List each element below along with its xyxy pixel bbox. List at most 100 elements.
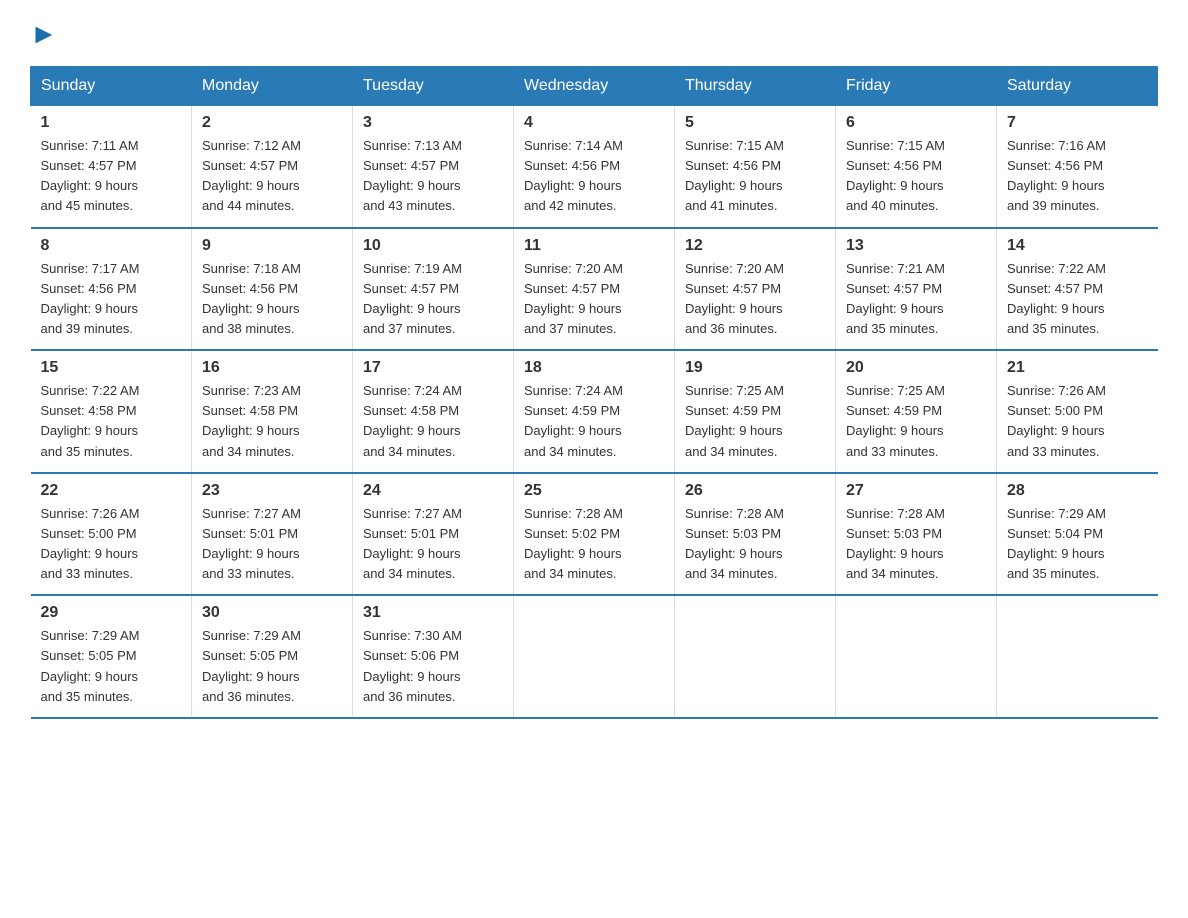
day-info: Sunrise: 7:29 AMSunset: 5:04 PMDaylight:… bbox=[1007, 504, 1148, 585]
day-number: 28 bbox=[1007, 482, 1148, 500]
calendar-cell: 19 Sunrise: 7:25 AMSunset: 4:59 PMDaylig… bbox=[675, 350, 836, 473]
calendar-cell: 3 Sunrise: 7:13 AMSunset: 4:57 PMDayligh… bbox=[353, 106, 514, 228]
day-number: 30 bbox=[202, 604, 342, 622]
calendar-cell: 4 Sunrise: 7:14 AMSunset: 4:56 PMDayligh… bbox=[514, 106, 675, 228]
header-day-monday: Monday bbox=[192, 67, 353, 106]
day-number: 9 bbox=[202, 237, 342, 255]
logo-blue-text: ► bbox=[30, 20, 58, 48]
day-info: Sunrise: 7:26 AMSunset: 5:00 PMDaylight:… bbox=[41, 504, 182, 585]
day-number: 18 bbox=[524, 359, 664, 377]
day-number: 29 bbox=[41, 604, 182, 622]
calendar-cell: 30 Sunrise: 7:29 AMSunset: 5:05 PMDaylig… bbox=[192, 595, 353, 718]
day-info: Sunrise: 7:26 AMSunset: 5:00 PMDaylight:… bbox=[1007, 381, 1148, 462]
calendar-cell: 20 Sunrise: 7:25 AMSunset: 4:59 PMDaylig… bbox=[836, 350, 997, 473]
day-info: Sunrise: 7:24 AMSunset: 4:58 PMDaylight:… bbox=[363, 381, 503, 462]
calendar-cell: 27 Sunrise: 7:28 AMSunset: 5:03 PMDaylig… bbox=[836, 473, 997, 596]
calendar-cell: 22 Sunrise: 7:26 AMSunset: 5:00 PMDaylig… bbox=[31, 473, 192, 596]
calendar-cell: 13 Sunrise: 7:21 AMSunset: 4:57 PMDaylig… bbox=[836, 228, 997, 351]
logo: ► bbox=[30, 20, 58, 48]
calendar-week-row: 8 Sunrise: 7:17 AMSunset: 4:56 PMDayligh… bbox=[31, 228, 1158, 351]
calendar-cell: 1 Sunrise: 7:11 AMSunset: 4:57 PMDayligh… bbox=[31, 106, 192, 228]
day-number: 12 bbox=[685, 237, 825, 255]
calendar-header-row: SundayMondayTuesdayWednesdayThursdayFrid… bbox=[31, 67, 1158, 106]
day-info: Sunrise: 7:18 AMSunset: 4:56 PMDaylight:… bbox=[202, 259, 342, 340]
day-info: Sunrise: 7:21 AMSunset: 4:57 PMDaylight:… bbox=[846, 259, 986, 340]
day-info: Sunrise: 7:16 AMSunset: 4:56 PMDaylight:… bbox=[1007, 136, 1148, 217]
day-number: 2 bbox=[202, 114, 342, 132]
calendar-cell: 11 Sunrise: 7:20 AMSunset: 4:57 PMDaylig… bbox=[514, 228, 675, 351]
header-day-saturday: Saturday bbox=[997, 67, 1158, 106]
calendar-cell: 24 Sunrise: 7:27 AMSunset: 5:01 PMDaylig… bbox=[353, 473, 514, 596]
calendar-table: SundayMondayTuesdayWednesdayThursdayFrid… bbox=[30, 66, 1158, 719]
calendar-week-row: 1 Sunrise: 7:11 AMSunset: 4:57 PMDayligh… bbox=[31, 106, 1158, 228]
header: ► bbox=[30, 20, 1158, 48]
day-info: Sunrise: 7:11 AMSunset: 4:57 PMDaylight:… bbox=[41, 136, 182, 217]
calendar-cell: 16 Sunrise: 7:23 AMSunset: 4:58 PMDaylig… bbox=[192, 350, 353, 473]
day-number: 20 bbox=[846, 359, 986, 377]
day-info: Sunrise: 7:17 AMSunset: 4:56 PMDaylight:… bbox=[41, 259, 182, 340]
day-info: Sunrise: 7:24 AMSunset: 4:59 PMDaylight:… bbox=[524, 381, 664, 462]
calendar-cell bbox=[514, 595, 675, 718]
day-number: 1 bbox=[41, 114, 182, 132]
day-number: 6 bbox=[846, 114, 986, 132]
header-day-wednesday: Wednesday bbox=[514, 67, 675, 106]
day-info: Sunrise: 7:30 AMSunset: 5:06 PMDaylight:… bbox=[363, 626, 503, 707]
day-number: 14 bbox=[1007, 237, 1148, 255]
day-number: 21 bbox=[1007, 359, 1148, 377]
calendar-cell: 10 Sunrise: 7:19 AMSunset: 4:57 PMDaylig… bbox=[353, 228, 514, 351]
day-info: Sunrise: 7:27 AMSunset: 5:01 PMDaylight:… bbox=[202, 504, 342, 585]
day-number: 8 bbox=[41, 237, 182, 255]
day-number: 24 bbox=[363, 482, 503, 500]
calendar-cell: 15 Sunrise: 7:22 AMSunset: 4:58 PMDaylig… bbox=[31, 350, 192, 473]
day-info: Sunrise: 7:28 AMSunset: 5:02 PMDaylight:… bbox=[524, 504, 664, 585]
calendar-cell bbox=[997, 595, 1158, 718]
calendar-cell: 26 Sunrise: 7:28 AMSunset: 5:03 PMDaylig… bbox=[675, 473, 836, 596]
day-info: Sunrise: 7:29 AMSunset: 5:05 PMDaylight:… bbox=[202, 626, 342, 707]
calendar-cell: 25 Sunrise: 7:28 AMSunset: 5:02 PMDaylig… bbox=[514, 473, 675, 596]
calendar-cell: 23 Sunrise: 7:27 AMSunset: 5:01 PMDaylig… bbox=[192, 473, 353, 596]
header-day-sunday: Sunday bbox=[31, 67, 192, 106]
day-info: Sunrise: 7:22 AMSunset: 4:58 PMDaylight:… bbox=[41, 381, 182, 462]
day-info: Sunrise: 7:28 AMSunset: 5:03 PMDaylight:… bbox=[846, 504, 986, 585]
day-info: Sunrise: 7:13 AMSunset: 4:57 PMDaylight:… bbox=[363, 136, 503, 217]
day-info: Sunrise: 7:23 AMSunset: 4:58 PMDaylight:… bbox=[202, 381, 342, 462]
calendar-cell: 17 Sunrise: 7:24 AMSunset: 4:58 PMDaylig… bbox=[353, 350, 514, 473]
day-info: Sunrise: 7:14 AMSunset: 4:56 PMDaylight:… bbox=[524, 136, 664, 217]
day-info: Sunrise: 7:19 AMSunset: 4:57 PMDaylight:… bbox=[363, 259, 503, 340]
calendar-cell: 12 Sunrise: 7:20 AMSunset: 4:57 PMDaylig… bbox=[675, 228, 836, 351]
calendar-week-row: 22 Sunrise: 7:26 AMSunset: 5:00 PMDaylig… bbox=[31, 473, 1158, 596]
calendar-week-row: 15 Sunrise: 7:22 AMSunset: 4:58 PMDaylig… bbox=[31, 350, 1158, 473]
day-number: 23 bbox=[202, 482, 342, 500]
day-number: 31 bbox=[363, 604, 503, 622]
day-info: Sunrise: 7:25 AMSunset: 4:59 PMDaylight:… bbox=[685, 381, 825, 462]
header-day-friday: Friday bbox=[836, 67, 997, 106]
day-number: 16 bbox=[202, 359, 342, 377]
header-day-tuesday: Tuesday bbox=[353, 67, 514, 106]
calendar-cell: 9 Sunrise: 7:18 AMSunset: 4:56 PMDayligh… bbox=[192, 228, 353, 351]
header-day-thursday: Thursday bbox=[675, 67, 836, 106]
calendar-cell: 14 Sunrise: 7:22 AMSunset: 4:57 PMDaylig… bbox=[997, 228, 1158, 351]
day-number: 26 bbox=[685, 482, 825, 500]
calendar-cell: 7 Sunrise: 7:16 AMSunset: 4:56 PMDayligh… bbox=[997, 106, 1158, 228]
calendar-cell: 5 Sunrise: 7:15 AMSunset: 4:56 PMDayligh… bbox=[675, 106, 836, 228]
day-info: Sunrise: 7:15 AMSunset: 4:56 PMDaylight:… bbox=[685, 136, 825, 217]
day-number: 11 bbox=[524, 237, 664, 255]
day-number: 25 bbox=[524, 482, 664, 500]
calendar-cell: 8 Sunrise: 7:17 AMSunset: 4:56 PMDayligh… bbox=[31, 228, 192, 351]
logo-text: ► bbox=[30, 20, 58, 48]
day-info: Sunrise: 7:15 AMSunset: 4:56 PMDaylight:… bbox=[846, 136, 986, 217]
day-number: 4 bbox=[524, 114, 664, 132]
day-number: 27 bbox=[846, 482, 986, 500]
day-info: Sunrise: 7:29 AMSunset: 5:05 PMDaylight:… bbox=[41, 626, 182, 707]
day-number: 3 bbox=[363, 114, 503, 132]
calendar-cell: 31 Sunrise: 7:30 AMSunset: 5:06 PMDaylig… bbox=[353, 595, 514, 718]
day-number: 19 bbox=[685, 359, 825, 377]
day-info: Sunrise: 7:27 AMSunset: 5:01 PMDaylight:… bbox=[363, 504, 503, 585]
day-number: 13 bbox=[846, 237, 986, 255]
calendar-cell: 2 Sunrise: 7:12 AMSunset: 4:57 PMDayligh… bbox=[192, 106, 353, 228]
calendar-week-row: 29 Sunrise: 7:29 AMSunset: 5:05 PMDaylig… bbox=[31, 595, 1158, 718]
day-number: 17 bbox=[363, 359, 503, 377]
day-info: Sunrise: 7:22 AMSunset: 4:57 PMDaylight:… bbox=[1007, 259, 1148, 340]
calendar-cell: 29 Sunrise: 7:29 AMSunset: 5:05 PMDaylig… bbox=[31, 595, 192, 718]
day-info: Sunrise: 7:25 AMSunset: 4:59 PMDaylight:… bbox=[846, 381, 986, 462]
